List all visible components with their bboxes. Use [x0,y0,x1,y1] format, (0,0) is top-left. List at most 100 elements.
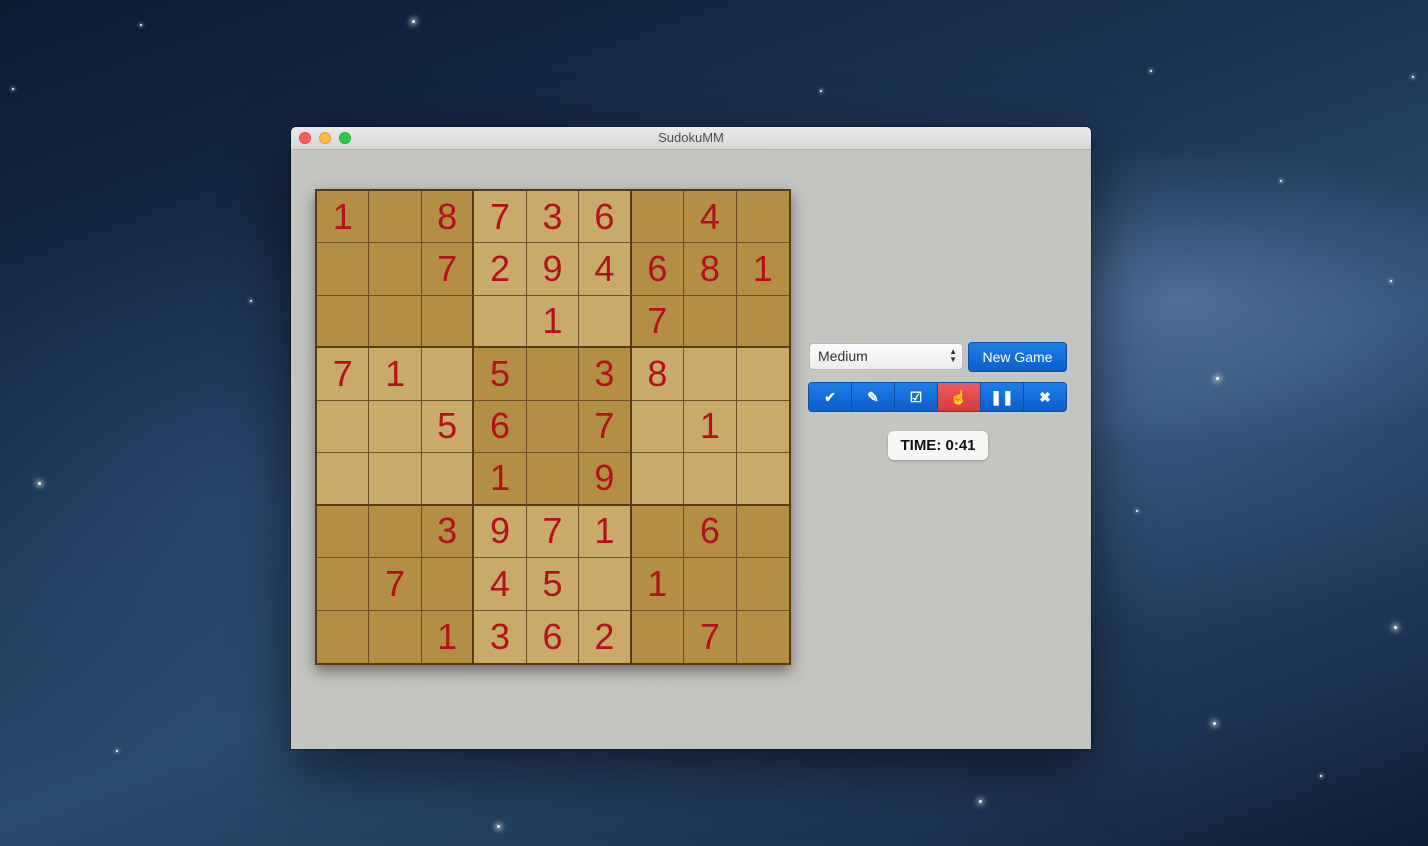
sudoku-cell[interactable]: 8 [421,191,475,244]
sudoku-cell[interactable]: 6 [631,243,685,296]
sudoku-cell[interactable] [736,191,789,244]
sudoku-cell[interactable]: 7 [421,243,475,296]
sudoku-cell[interactable] [526,400,580,454]
sudoku-cell[interactable] [421,453,475,506]
sudoku-cell[interactable] [369,400,422,454]
sudoku-cell[interactable] [631,453,685,506]
sudoku-cell[interactable]: 9 [579,453,632,506]
hand-pointer-tool-button[interactable]: ☝ [938,383,981,411]
sudoku-cell[interactable]: 8 [684,243,737,296]
sudoku-cell[interactable] [526,348,580,401]
sudoku-cell[interactable]: 7 [631,295,685,349]
sudoku-cell[interactable] [631,610,685,663]
sudoku-cell[interactable] [369,243,422,296]
new-game-button[interactable]: New Game [968,342,1067,372]
check-icon: ✔ [824,388,836,405]
star [497,825,500,828]
pause-icon: ❚❚ [990,388,1014,405]
sudoku-board: 1873647294681177153856711939716745113627 [315,189,791,665]
sudoku-cell[interactable] [736,505,789,559]
minimize-window-button[interactable] [319,132,331,144]
sudoku-cell[interactable] [736,348,789,401]
sudoku-cell[interactable]: 7 [579,400,632,454]
sudoku-cell[interactable]: 7 [317,348,370,401]
sudoku-cell[interactable] [579,295,632,349]
sudoku-cell[interactable]: 5 [474,348,527,401]
star [1136,510,1138,512]
sudoku-cell[interactable] [474,295,527,349]
sudoku-cell[interactable] [736,453,789,506]
sudoku-cell[interactable] [736,295,789,349]
sudoku-cell[interactable]: 1 [736,243,789,296]
sudoku-cell[interactable]: 3 [474,610,527,663]
sudoku-cell[interactable] [684,453,737,506]
sudoku-cell[interactable] [736,558,789,611]
sudoku-cell[interactable]: 9 [526,243,580,296]
difficulty-select[interactable]: Medium ▲ ▼ [809,343,963,370]
sudoku-cell[interactable]: 9 [474,505,527,559]
sudoku-cell[interactable] [369,505,422,559]
sudoku-cell[interactable]: 4 [474,558,527,611]
sudoku-cell[interactable]: 1 [369,348,422,401]
sudoku-cell[interactable]: 7 [684,610,737,663]
pencil-tool-button[interactable]: ✎ [852,383,895,411]
sudoku-cell[interactable] [736,610,789,663]
sudoku-cell[interactable] [369,295,422,349]
sudoku-cell[interactable] [421,558,475,611]
sudoku-cell[interactable] [317,295,370,349]
sudoku-cell[interactable] [631,505,685,559]
sudoku-cell[interactable]: 1 [684,400,737,454]
sudoku-cell[interactable] [369,191,422,244]
sudoku-cell[interactable] [684,295,737,349]
sudoku-cell[interactable]: 6 [579,191,632,244]
sudoku-cell[interactable]: 1 [526,295,580,349]
sudoku-cell[interactable]: 6 [684,505,737,559]
edit-note-tool-button[interactable]: ☑ [895,383,938,411]
sudoku-cell[interactable] [421,348,475,401]
sudoku-cell[interactable]: 5 [526,558,580,611]
sudoku-cell[interactable] [317,558,370,611]
sudoku-cell[interactable]: 5 [421,400,475,454]
close-tool-button[interactable]: ✖ [1024,383,1066,411]
sudoku-cell[interactable]: 1 [579,505,632,559]
sudoku-cell[interactable]: 8 [631,348,685,401]
sudoku-cell[interactable]: 1 [631,558,685,611]
sudoku-cell[interactable]: 4 [579,243,632,296]
sudoku-cell[interactable] [317,505,370,559]
sudoku-cell[interactable] [369,610,422,663]
sudoku-cell[interactable] [317,400,370,454]
sudoku-cell[interactable]: 7 [526,505,580,559]
sudoku-cell[interactable] [631,191,685,244]
sudoku-cell[interactable] [369,453,422,506]
pause-tool-button[interactable]: ❚❚ [981,383,1024,411]
sudoku-cell[interactable]: 3 [421,505,475,559]
sudoku-cell[interactable]: 3 [526,191,580,244]
sudoku-cell[interactable]: 1 [421,610,475,663]
star [116,750,118,752]
sudoku-cell[interactable] [631,400,685,454]
sudoku-cell[interactable] [579,558,632,611]
sudoku-cell[interactable]: 6 [526,610,580,663]
sudoku-cell[interactable] [684,348,737,401]
sudoku-cell[interactable]: 3 [579,348,632,401]
title-bar[interactable]: SudokuMM [291,127,1091,150]
sudoku-cell[interactable]: 7 [369,558,422,611]
sudoku-cell[interactable]: 2 [474,243,527,296]
sudoku-cell[interactable]: 7 [474,191,527,244]
sudoku-cell[interactable] [421,295,475,349]
sudoku-cell[interactable]: 6 [474,400,527,454]
sudoku-cell[interactable] [317,243,370,296]
sudoku-cell[interactable]: 1 [317,191,370,244]
zoom-window-button[interactable] [339,132,351,144]
sudoku-cell[interactable] [736,400,789,454]
sudoku-cell[interactable] [684,558,737,611]
check-tool-button[interactable]: ✔ [809,383,852,411]
sudoku-cell[interactable] [317,610,370,663]
close-window-button[interactable] [299,132,311,144]
sudoku-cell[interactable]: 2 [579,610,632,663]
sudoku-cell[interactable] [526,453,580,506]
sudoku-cell[interactable]: 4 [684,191,737,244]
star [12,88,14,90]
sudoku-cell[interactable] [317,453,370,506]
sudoku-cell[interactable]: 1 [474,453,527,506]
